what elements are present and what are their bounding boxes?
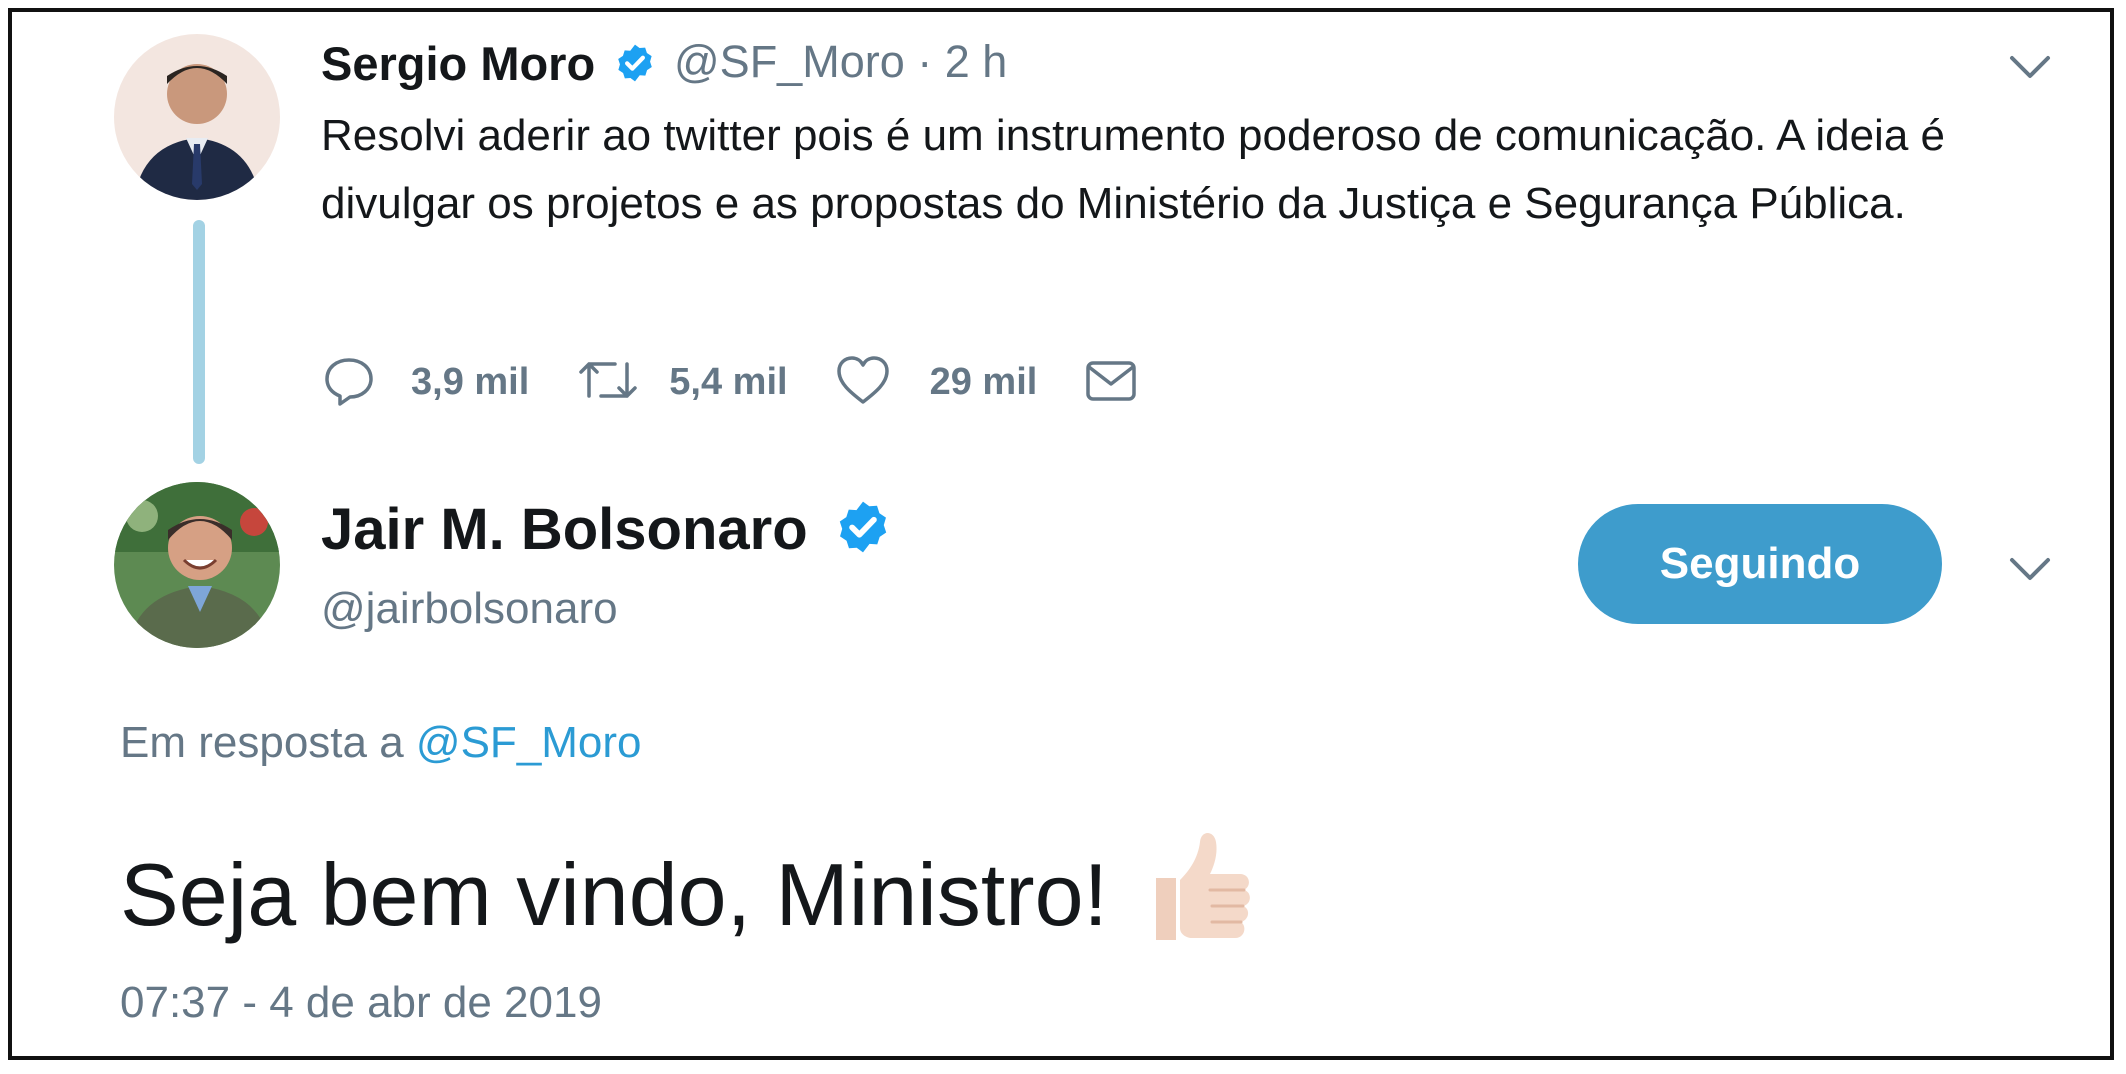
reply-icon[interactable] <box>321 352 377 413</box>
tweet-text-content: Seja bem vindo, Ministro! <box>120 844 1108 944</box>
tweet-timestamp[interactable]: 07:37 - 4 de abr de 2019 <box>120 978 602 1028</box>
author-handle[interactable]: @SF_Moro <box>674 36 905 87</box>
message-action[interactable] <box>1083 352 1139 413</box>
author-handle-and-time: @SF_Moro · 2 h <box>674 36 1007 88</box>
like-count: 29 mil <box>929 360 1038 403</box>
thumbs-up-icon <box>1142 822 1262 967</box>
like-action[interactable]: 29 mil <box>834 352 1038 413</box>
retweet-count: 5,4 mil <box>669 360 788 403</box>
author-name[interactable]: Jair M. Bolsonaro <box>321 496 892 570</box>
reply-prefix: Em resposta a <box>120 718 404 767</box>
author-name-text[interactable]: Jair M. Bolsonaro <box>321 497 808 562</box>
retweet-icon[interactable] <box>575 352 641 413</box>
reply-handle-link[interactable]: @SF_Moro <box>416 718 642 767</box>
author-name-text[interactable]: Sergio Moro <box>321 37 595 90</box>
verified-icon <box>834 498 892 570</box>
sergio-moro-avatar[interactable] <box>114 34 280 200</box>
reply-action[interactable]: 3,9 mil <box>321 352 529 413</box>
tweet-thread: Sergio Moro @SF_Moro · 2 h Resolvi aderi… <box>8 8 2114 1060</box>
tweet-text: Resolvi aderir ao twitter pois é um inst… <box>321 111 1945 228</box>
author-name[interactable]: Sergio Moro <box>321 36 656 95</box>
retweet-action[interactable]: 5,4 mil <box>575 352 788 413</box>
thread-connector-line <box>193 220 205 464</box>
chevron-down-icon[interactable] <box>2008 554 2052 584</box>
message-icon[interactable] <box>1083 352 1139 413</box>
tweet-actions: 3,9 mil 5,4 mil 29 mil <box>321 347 1185 417</box>
like-icon[interactable] <box>834 352 892 413</box>
reply-context: Em resposta a @SF_Moro <box>120 718 642 768</box>
verified-icon <box>614 40 656 95</box>
tweet-text: Seja bem vindo, Ministro! <box>120 822 1262 967</box>
tweet-time[interactable]: · 2 h <box>917 36 1007 87</box>
author-handle[interactable]: @jairbolsonaro <box>321 584 618 634</box>
following-button[interactable]: Seguindo <box>1578 504 1942 624</box>
jair-bolsonaro-avatar[interactable] <box>114 482 280 648</box>
reply-count: 3,9 mil <box>411 360 530 403</box>
chevron-down-icon[interactable] <box>2008 52 2052 82</box>
